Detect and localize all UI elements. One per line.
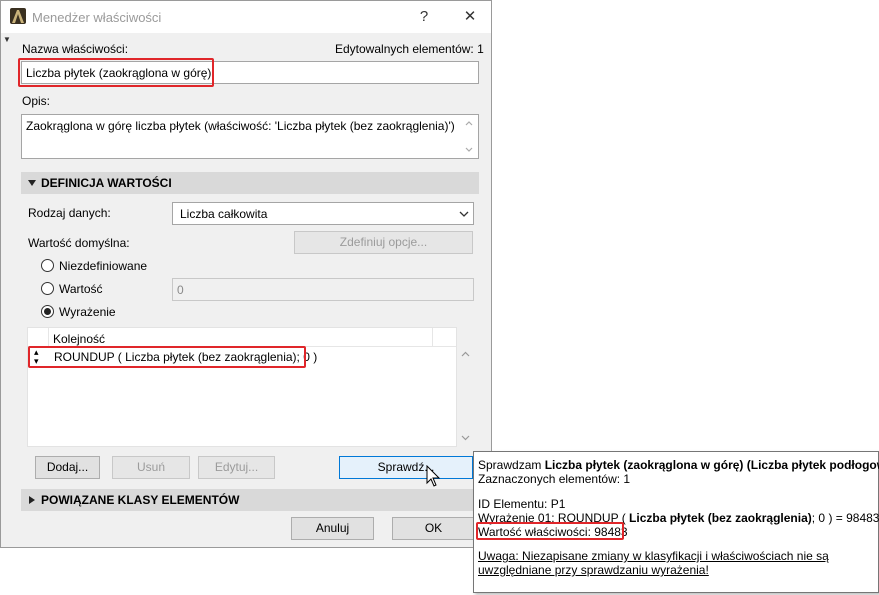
editable-count: Edytowalnych elementów: 1	[335, 42, 484, 56]
scroll-down-icon	[465, 147, 473, 152]
header-divider	[48, 328, 49, 346]
radio-expression-label: Wyrażenie	[59, 305, 116, 319]
data-type-value: Liczba całkowita	[180, 207, 268, 221]
tooltip-checking-name: Liczba płytek (zaokrąglona w górę) (Licz…	[544, 458, 879, 472]
scroll-up-icon	[461, 351, 470, 357]
define-options-button[interactable]: Zdefiniuj opcje...	[294, 231, 473, 254]
remove-button[interactable]: Usuń	[112, 456, 190, 479]
tooltip-note-line2: uwzględniane przy sprawdzaniu wyrażenia!	[478, 563, 709, 577]
radio-undefined[interactable]	[41, 259, 54, 272]
chevron-down-icon	[459, 211, 469, 217]
value-definition-title: DEFINICJA WARTOŚCI	[41, 176, 172, 190]
data-type-label: Rodzaj danych:	[28, 206, 111, 220]
description-label: Opis:	[22, 94, 51, 108]
scroll-up-icon	[465, 121, 473, 126]
title-bar: Menedżer właściwości ? ✕	[1, 1, 491, 33]
check-result-tooltip: Sprawdzam Liczba płytek (zaokrąglona w g…	[473, 451, 879, 593]
tooltip-selected: Zaznaczonych elementów: 1	[478, 472, 631, 486]
radio-value-label: Wartość	[59, 282, 103, 296]
tooltip-note-line1: Uwaga: Niezapisane zmiany w klasyfikacji…	[478, 549, 829, 563]
value-definition-header[interactable]: DEFINICJA WARTOŚCI	[21, 172, 479, 194]
ok-button[interactable]: OK	[392, 517, 475, 540]
radio-undefined-label: Niezdefiniowane	[59, 259, 148, 273]
edit-button[interactable]: Edytuj...	[198, 456, 275, 479]
related-classes-header[interactable]: POWIĄZANE KLASY ELEMENTÓW	[21, 489, 479, 511]
window-title: Menedżer właściwości	[32, 10, 162, 25]
description-scrollbar[interactable]	[461, 115, 477, 158]
scroll-down-icon	[461, 435, 470, 441]
archicad-app-icon	[10, 8, 26, 24]
expand-down-icon	[28, 180, 36, 186]
mouse-cursor-icon	[426, 464, 442, 492]
list-scrollbar[interactable]	[457, 345, 474, 447]
expression-highlight	[28, 346, 306, 368]
radio-value[interactable]	[41, 282, 54, 295]
help-button[interactable]: ?	[411, 5, 437, 29]
data-type-select[interactable]: Liczba całkowita	[172, 202, 474, 225]
list-header: Kolejność	[28, 328, 456, 347]
property-name-highlight	[18, 58, 214, 87]
related-classes-title: POWIĄZANE KLASY ELEMENTÓW	[41, 493, 240, 507]
close-button[interactable]: ✕	[457, 5, 483, 29]
default-value-field[interactable]: 0	[172, 278, 474, 301]
default-value-text: 0	[177, 283, 184, 297]
expression-list[interactable]: Kolejność ▴ ▾ ROUNDUP ( Liczba płytek (be…	[27, 327, 457, 447]
default-value-label: Wartość domyślna:	[28, 236, 130, 250]
check-button[interactable]: Sprawdź...	[339, 456, 473, 479]
property-name-label: Nazwa właściwości:	[22, 42, 129, 56]
property-value-highlight	[476, 522, 624, 540]
tooltip-element-id: ID Elementu: P1	[478, 497, 566, 511]
add-button[interactable]: Dodaj...	[35, 456, 100, 479]
order-column-header[interactable]: Kolejność	[53, 332, 105, 346]
header-divider	[432, 328, 433, 346]
tooltip-checking: Sprawdzam Liczba płytek (zaokrąglona w g…	[478, 458, 879, 472]
cancel-button[interactable]: Anuluj	[291, 517, 374, 540]
property-manager-dialog: Menedżer właściwości ? ✕ ▼ Nazwa właściw…	[0, 0, 492, 548]
radio-expression[interactable]	[41, 305, 54, 318]
side-collapse-icon[interactable]: ▼	[3, 35, 11, 44]
description-field[interactable]: Zaokrąglona w górę liczba płytek (właści…	[21, 114, 479, 159]
expand-right-icon	[29, 496, 35, 504]
description-value: Zaokrąglona w górę liczba płytek (właści…	[26, 119, 455, 133]
